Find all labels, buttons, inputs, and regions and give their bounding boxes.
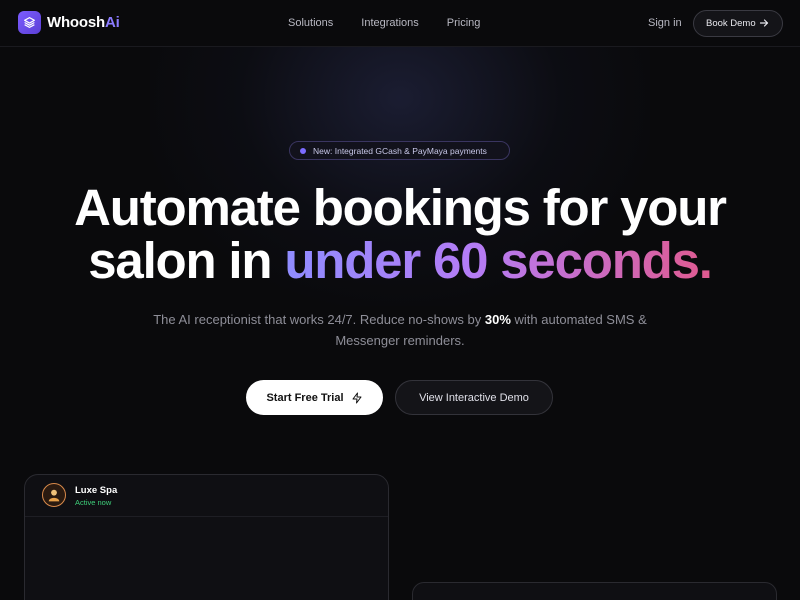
nav-link-pricing[interactable]: Pricing (447, 17, 481, 29)
arrow-right-icon (759, 19, 769, 27)
subtitle-pre: The AI receptionist that works 24/7. Red… (153, 312, 485, 327)
hero-subtitle: The AI receptionist that works 24/7. Red… (150, 309, 650, 351)
chat-contact-name: Luxe Spa (75, 485, 118, 496)
start-free-trial-label: Start Free Trial (266, 391, 344, 404)
headline-line2-gradient: under 60 seconds. (284, 232, 713, 289)
book-demo-button[interactable]: Book Demo (693, 10, 783, 37)
avatar (42, 483, 66, 507)
lightning-icon (352, 392, 362, 403)
layers-icon (18, 11, 41, 34)
nav-link-integrations[interactable]: Integrations (361, 17, 418, 29)
view-demo-button[interactable]: View Interactive Demo (395, 380, 553, 415)
top-nav: WhooshAi Solutions Integrations Pricing … (0, 0, 800, 47)
brand-name-accent: Ai (104, 14, 120, 31)
headline-line1: Automate bookings for your (74, 179, 727, 236)
nav-link-solutions[interactable]: Solutions (288, 17, 333, 29)
chat-preview-card: Luxe Spa Active now (24, 474, 389, 600)
person-icon (48, 489, 60, 502)
badge-text: New: Integrated GCash & PayMaya payments (313, 145, 487, 156)
subtitle-highlight: 30% (484, 312, 511, 327)
start-free-trial-button[interactable]: Start Free Trial (246, 380, 383, 415)
signin-link[interactable]: Sign in (648, 17, 682, 29)
book-demo-label: Book Demo (706, 18, 756, 29)
view-demo-label: View Interactive Demo (419, 391, 529, 404)
brand-logo[interactable]: WhooshAi (18, 11, 120, 34)
hero-headline: Automate bookings for your salon in unde… (0, 181, 800, 287)
nav-links: Solutions Integrations Pricing (288, 17, 508, 29)
brand-name: WhooshAi (47, 14, 120, 31)
chat-header: Luxe Spa Active now (25, 475, 388, 517)
chat-status: Active now (75, 498, 112, 507)
badge-dot-icon (300, 147, 306, 154)
headline-line2-plain: salon in (88, 232, 285, 289)
announcement-badge[interactable]: New: Integrated GCash & PayMaya payments (289, 141, 510, 160)
secondary-preview-card (412, 582, 777, 600)
brand-name-main: Whoosh (47, 14, 105, 31)
